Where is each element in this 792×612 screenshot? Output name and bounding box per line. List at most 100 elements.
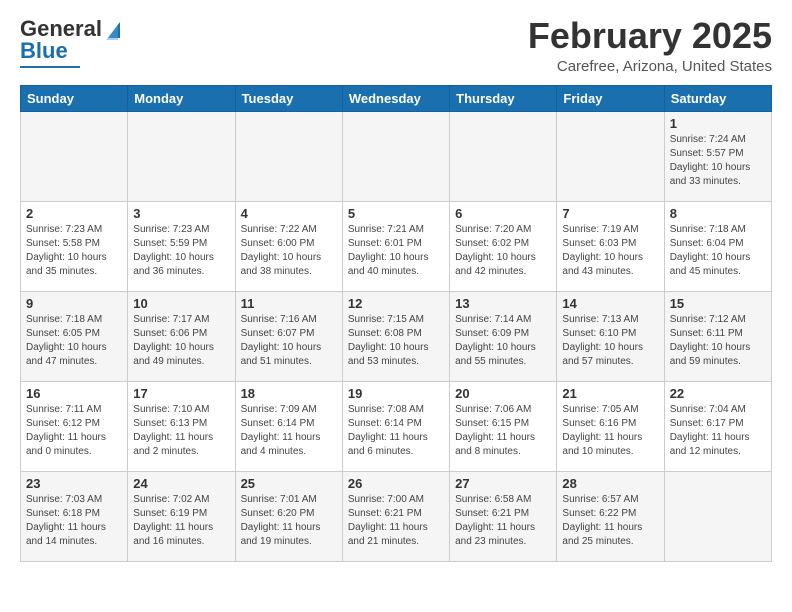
col-friday: Friday <box>557 85 664 111</box>
day-info: Sunrise: 7:15 AM Sunset: 6:08 PM Dayligh… <box>348 313 444 369</box>
day-number: 2 <box>26 206 122 221</box>
page: General Blue February 2025 Carefree, Ari… <box>0 0 792 578</box>
day-info: Sunrise: 7:05 AM Sunset: 6:16 PM Dayligh… <box>562 403 658 459</box>
day-info: Sunrise: 7:24 AM Sunset: 5:57 PM Dayligh… <box>670 133 766 189</box>
day-info: Sunrise: 7:23 AM Sunset: 5:59 PM Dayligh… <box>133 223 229 279</box>
col-monday: Monday <box>128 85 235 111</box>
col-sunday: Sunday <box>21 85 128 111</box>
day-info: Sunrise: 7:03 AM Sunset: 6:18 PM Dayligh… <box>26 493 122 549</box>
empty-cell <box>664 471 771 561</box>
calendar-day-cell: 27Sunrise: 6:58 AM Sunset: 6:21 PM Dayli… <box>450 471 557 561</box>
day-info: Sunrise: 7:12 AM Sunset: 6:11 PM Dayligh… <box>670 313 766 369</box>
calendar-day-cell: 12 Sunrise: 7:15 AM Sunset: 6:08 PM Dayli… <box>342 291 449 381</box>
day-number: 12 <box>348 296 444 311</box>
day-number: 8 <box>670 206 766 221</box>
empty-cell <box>342 111 449 201</box>
calendar-week-row: 1 Sunrise: 7:24 AM Sunset: 5:57 PM Daylig… <box>21 111 772 201</box>
day-info: Sunrise: 7:10 AM Sunset: 6:13 PM Dayligh… <box>133 403 229 459</box>
calendar-day-cell: 1 Sunrise: 7:24 AM Sunset: 5:57 PM Daylig… <box>664 111 771 201</box>
calendar-title: February 2025 <box>528 16 772 56</box>
logo: General Blue <box>20 16 124 68</box>
day-number: 5 <box>348 206 444 221</box>
day-info: Sunrise: 7:06 AM Sunset: 6:15 PM Dayligh… <box>455 403 551 459</box>
day-number: 1 <box>670 116 766 131</box>
calendar-header-row: Sunday Monday Tuesday Wednesday Thursday… <box>21 85 772 111</box>
day-number: 10 <box>133 296 229 311</box>
col-thursday: Thursday <box>450 85 557 111</box>
day-info: Sunrise: 7:23 AM Sunset: 5:58 PM Dayligh… <box>26 223 122 279</box>
day-info: Sunrise: 7:09 AM Sunset: 6:14 PM Dayligh… <box>241 403 337 459</box>
day-info: Sunrise: 7:18 AM Sunset: 6:05 PM Dayligh… <box>26 313 122 369</box>
calendar-day-cell: 14 Sunrise: 7:13 AM Sunset: 6:10 PM Dayli… <box>557 291 664 381</box>
day-info: Sunrise: 7:22 AM Sunset: 6:00 PM Dayligh… <box>241 223 337 279</box>
logo-underline <box>20 66 80 68</box>
day-number: 15 <box>670 296 766 311</box>
calendar-day-cell: 2 Sunrise: 7:23 AM Sunset: 5:58 PM Daylig… <box>21 201 128 291</box>
header: General Blue February 2025 Carefree, Ari… <box>20 16 772 75</box>
calendar-day-cell: 3 Sunrise: 7:23 AM Sunset: 5:59 PM Daylig… <box>128 201 235 291</box>
day-number: 18 <box>241 386 337 401</box>
calendar-day-cell: 26 Sunrise: 7:00 AM Sunset: 6:21 PM Dayli… <box>342 471 449 561</box>
day-number: 19 <box>348 386 444 401</box>
calendar-day-cell: 19 Sunrise: 7:08 AM Sunset: 6:14 PM Dayli… <box>342 381 449 471</box>
calendar-day-cell: 23 Sunrise: 7:03 AM Sunset: 6:18 PM Dayli… <box>21 471 128 561</box>
calendar-day-cell: 11 Sunrise: 7:16 AM Sunset: 6:07 PM Dayli… <box>235 291 342 381</box>
day-info: Sunrise: 7:16 AM Sunset: 6:07 PM Dayligh… <box>241 313 337 369</box>
day-number: 13 <box>455 296 551 311</box>
day-info: Sunrise: 7:13 AM Sunset: 6:10 PM Dayligh… <box>562 313 658 369</box>
day-number: 14 <box>562 296 658 311</box>
day-info: Sunrise: 7:08 AM Sunset: 6:14 PM Dayligh… <box>348 403 444 459</box>
calendar-day-cell: 21 Sunrise: 7:05 AM Sunset: 6:16 PM Dayli… <box>557 381 664 471</box>
day-number: 4 <box>241 206 337 221</box>
day-number: 9 <box>26 296 122 311</box>
empty-cell <box>235 111 342 201</box>
calendar-day-cell: 28Sunrise: 6:57 AM Sunset: 6:22 PM Dayli… <box>557 471 664 561</box>
day-number: 23 <box>26 476 122 491</box>
calendar-day-cell: 6 Sunrise: 7:20 AM Sunset: 6:02 PM Daylig… <box>450 201 557 291</box>
day-info: Sunrise: 7:04 AM Sunset: 6:17 PM Dayligh… <box>670 403 766 459</box>
calendar-day-cell: 25 Sunrise: 7:01 AM Sunset: 6:20 PM Dayli… <box>235 471 342 561</box>
day-number: 3 <box>133 206 229 221</box>
calendar-day-cell: 7Sunrise: 7:19 AM Sunset: 6:03 PM Daylig… <box>557 201 664 291</box>
calendar-day-cell: 8 Sunrise: 7:18 AM Sunset: 6:04 PM Daylig… <box>664 201 771 291</box>
calendar-day-cell: 18 Sunrise: 7:09 AM Sunset: 6:14 PM Dayli… <box>235 381 342 471</box>
calendar-day-cell: 4 Sunrise: 7:22 AM Sunset: 6:00 PM Daylig… <box>235 201 342 291</box>
title-block: February 2025 Carefree, Arizona, United … <box>528 16 772 75</box>
empty-cell <box>450 111 557 201</box>
day-number: 11 <box>241 296 337 311</box>
day-number: 6 <box>455 206 551 221</box>
day-info: Sunrise: 7:20 AM Sunset: 6:02 PM Dayligh… <box>455 223 551 279</box>
day-number: 20 <box>455 386 551 401</box>
day-info: Sunrise: 7:21 AM Sunset: 6:01 PM Dayligh… <box>348 223 444 279</box>
day-number: 21 <box>562 386 658 401</box>
calendar-day-cell: 16Sunrise: 7:11 AM Sunset: 6:12 PM Dayli… <box>21 381 128 471</box>
day-number: 22 <box>670 386 766 401</box>
empty-cell <box>557 111 664 201</box>
day-info: Sunrise: 6:57 AM Sunset: 6:22 PM Dayligh… <box>562 493 658 549</box>
calendar-week-row: 16Sunrise: 7:11 AM Sunset: 6:12 PM Dayli… <box>21 381 772 471</box>
calendar-day-cell: 20 Sunrise: 7:06 AM Sunset: 6:15 PM Dayli… <box>450 381 557 471</box>
calendar-day-cell: 22 Sunrise: 7:04 AM Sunset: 6:17 PM Dayli… <box>664 381 771 471</box>
day-number: 27 <box>455 476 551 491</box>
calendar-subtitle: Carefree, Arizona, United States <box>528 58 772 75</box>
calendar-day-cell: 5 Sunrise: 7:21 AM Sunset: 6:01 PM Daylig… <box>342 201 449 291</box>
day-number: 24 <box>133 476 229 491</box>
logo-icon <box>104 18 124 40</box>
day-number: 16 <box>26 386 122 401</box>
col-wednesday: Wednesday <box>342 85 449 111</box>
day-info: Sunrise: 7:02 AM Sunset: 6:19 PM Dayligh… <box>133 493 229 549</box>
day-info: Sunrise: 7:18 AM Sunset: 6:04 PM Dayligh… <box>670 223 766 279</box>
calendar-week-row: 23 Sunrise: 7:03 AM Sunset: 6:18 PM Dayli… <box>21 471 772 561</box>
day-info: Sunrise: 7:17 AM Sunset: 6:06 PM Dayligh… <box>133 313 229 369</box>
day-number: 25 <box>241 476 337 491</box>
calendar-day-cell: 24 Sunrise: 7:02 AM Sunset: 6:19 PM Dayli… <box>128 471 235 561</box>
empty-cell <box>128 111 235 201</box>
day-info: Sunrise: 7:01 AM Sunset: 6:20 PM Dayligh… <box>241 493 337 549</box>
calendar-week-row: 2 Sunrise: 7:23 AM Sunset: 5:58 PM Daylig… <box>21 201 772 291</box>
day-number: 26 <box>348 476 444 491</box>
day-info: Sunrise: 7:14 AM Sunset: 6:09 PM Dayligh… <box>455 313 551 369</box>
calendar-week-row: 9 Sunrise: 7:18 AM Sunset: 6:05 PM Daylig… <box>21 291 772 381</box>
day-number: 17 <box>133 386 229 401</box>
day-info: Sunrise: 7:00 AM Sunset: 6:21 PM Dayligh… <box>348 493 444 549</box>
day-number: 7 <box>562 206 658 221</box>
